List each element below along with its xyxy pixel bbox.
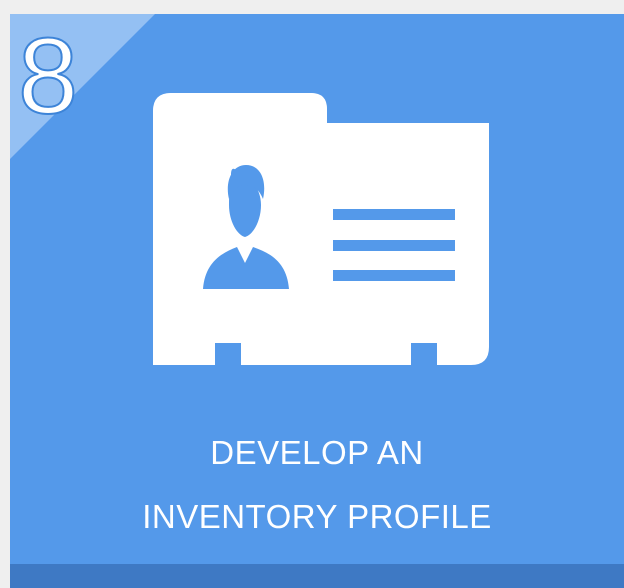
tile-title-line-1: DEVELOP AN bbox=[210, 434, 424, 471]
info-line-1 bbox=[333, 209, 455, 220]
footer-bar bbox=[10, 564, 624, 588]
step-number: 8 bbox=[17, 15, 79, 137]
info-line-2 bbox=[333, 240, 455, 251]
info-line-3 bbox=[333, 270, 455, 281]
tile-title-line-2: INVENTORY PROFILE bbox=[142, 498, 492, 535]
id-card-icon bbox=[153, 93, 489, 365]
inventory-profile-tile[interactable]: 8 DEVELOP AN INVENTORY PROFILE bbox=[10, 14, 624, 588]
